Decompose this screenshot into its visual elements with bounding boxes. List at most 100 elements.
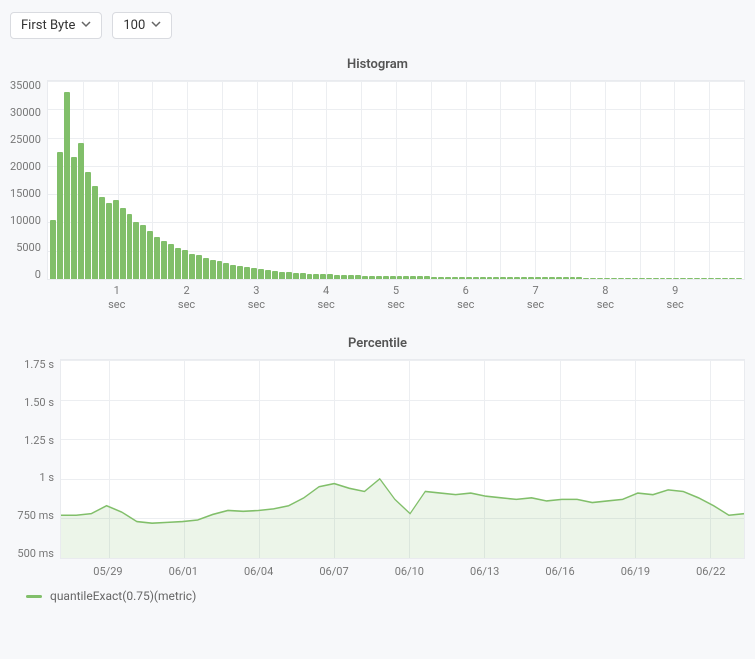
- histogram-bar: [403, 276, 409, 279]
- histogram-title: Histogram: [10, 57, 745, 72]
- percentile-frame: 1.75 s1.50 s1.25 s1 s750 ms500 ms 05/290…: [10, 359, 745, 581]
- histogram-bar: [383, 276, 389, 279]
- histogram-bar: [680, 278, 686, 279]
- histogram-bar: [92, 186, 98, 279]
- histogram-bar: [666, 278, 672, 279]
- histogram-bar: [424, 276, 430, 279]
- histogram-bar: [618, 278, 624, 279]
- histogram-bar: [390, 276, 396, 279]
- histogram-bar: [272, 271, 278, 279]
- histogram-bar: [230, 265, 236, 279]
- metric-select-label: First Byte: [21, 18, 75, 33]
- x-tick: 06/19: [621, 565, 650, 579]
- x-tick: 06/16: [545, 565, 574, 579]
- percentile-plot: [60, 359, 745, 559]
- controls-row: First Byte 100: [10, 10, 745, 47]
- histogram-bar: [542, 277, 548, 279]
- y-tick: 1.50 s: [10, 397, 54, 408]
- histogram-bar: [196, 255, 202, 279]
- histogram-bar: [410, 276, 416, 279]
- histogram-bar: [99, 197, 105, 279]
- histogram-x-axis: 1sec2sec3sec4sec5sec6sec7sec8sec9sec: [47, 284, 745, 318]
- y-tick: 10000: [10, 215, 41, 226]
- histogram-bar: [327, 274, 333, 279]
- histogram-bar: [466, 277, 472, 279]
- page-root: First Byte 100 Histogram 350003000025000…: [0, 0, 755, 659]
- histogram-plot: [47, 80, 745, 280]
- histogram-bar: [611, 278, 617, 279]
- histogram-bar: [127, 214, 133, 279]
- histogram-bar: [535, 277, 541, 279]
- percentile-chart: Percentile 1.75 s1.50 s1.25 s1 s750 ms50…: [10, 336, 745, 603]
- histogram-bar: [583, 278, 589, 279]
- y-tick: 30000: [10, 107, 41, 118]
- histogram-bar: [175, 248, 181, 279]
- x-tick: 06/13: [470, 565, 499, 579]
- percentile-area: [61, 479, 744, 558]
- histogram-bar: [106, 203, 112, 279]
- x-tick: 6sec: [457, 284, 474, 312]
- histogram-plot-wrap: 1sec2sec3sec4sec5sec6sec7sec8sec9sec: [47, 80, 745, 318]
- y-tick: 35000: [10, 80, 41, 91]
- histogram-bar: [694, 278, 700, 279]
- histogram-bar: [237, 266, 243, 279]
- histogram-bar: [154, 237, 160, 279]
- x-tick: 8sec: [597, 284, 614, 312]
- histogram-bar: [217, 261, 223, 279]
- histogram-bar: [708, 278, 714, 279]
- histogram-bar: [521, 277, 527, 279]
- percentile-plot-wrap: 05/2906/0106/0406/0706/1006/1306/1606/19…: [60, 359, 745, 581]
- histogram-bar: [120, 208, 126, 279]
- histogram-bar: [646, 278, 652, 279]
- histogram-bar: [300, 273, 306, 279]
- histogram-bar: [307, 274, 313, 279]
- histogram-bar: [431, 277, 437, 279]
- chevron-down-icon: [151, 18, 161, 33]
- y-tick: 750 ms: [10, 510, 54, 521]
- histogram-bar: [507, 277, 513, 279]
- y-tick: 20000: [10, 161, 41, 172]
- histogram-bar: [78, 143, 84, 279]
- histogram-bar: [50, 220, 56, 279]
- histogram-bar: [210, 260, 216, 279]
- y-tick: 1 s: [10, 472, 54, 483]
- histogram-bar: [673, 278, 679, 279]
- y-tick: 1.75 s: [10, 359, 54, 370]
- histogram-bar: [265, 270, 271, 279]
- histogram-bar: [653, 278, 659, 279]
- metric-select[interactable]: First Byte: [10, 12, 102, 39]
- histogram-bar: [500, 277, 506, 279]
- histogram-bar: [528, 277, 534, 279]
- y-tick: 500 ms: [10, 548, 54, 559]
- histogram-bar: [604, 278, 610, 279]
- histogram-bar: [687, 278, 693, 279]
- histogram-bar: [168, 244, 174, 279]
- histogram-bar: [334, 275, 340, 279]
- bins-select[interactable]: 100: [112, 12, 172, 39]
- x-tick: 06/22: [696, 565, 725, 579]
- histogram-bar: [348, 275, 354, 279]
- histogram-chart: Histogram 350003000025000200001500010000…: [10, 57, 745, 318]
- histogram-bar: [223, 263, 229, 279]
- histogram-bar: [632, 278, 638, 279]
- histogram-bar: [639, 278, 645, 279]
- histogram-bar: [625, 278, 631, 279]
- histogram-bar: [480, 277, 486, 279]
- histogram-bar: [161, 241, 167, 279]
- legend-label: quantileExact(0.75)(metric): [50, 589, 196, 603]
- histogram-bar: [64, 92, 70, 279]
- histogram-y-axis: 35000300002500020000150001000050000: [10, 80, 47, 280]
- x-tick: 06/04: [244, 565, 273, 579]
- legend-swatch: [26, 595, 42, 598]
- x-tick: 06/01: [169, 565, 198, 579]
- histogram-bar: [417, 276, 423, 279]
- histogram-bar: [549, 277, 555, 279]
- x-tick: 3sec: [248, 284, 265, 312]
- histogram-bar: [258, 269, 264, 279]
- histogram-bar: [660, 278, 666, 279]
- histogram-bar: [514, 277, 520, 279]
- histogram-bar: [563, 277, 569, 279]
- histogram-bar: [244, 267, 250, 279]
- x-tick: 5sec: [387, 284, 404, 312]
- y-tick: 0: [10, 269, 41, 280]
